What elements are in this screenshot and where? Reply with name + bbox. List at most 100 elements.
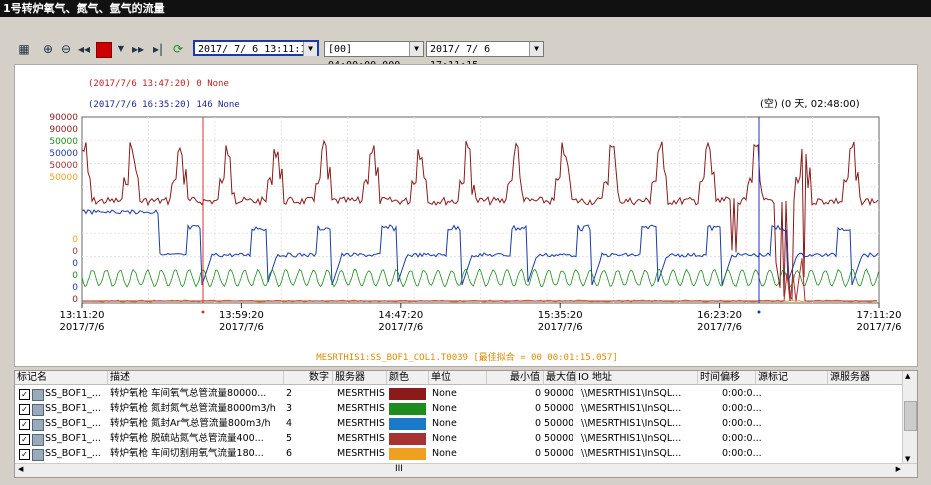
grid-header-cell[interactable]: 最大值 — [544, 371, 576, 385]
horizontal-scrollbar[interactable]: ◀ III ▶ — [15, 463, 917, 477]
grid-header-cell[interactable]: 服务器 — [333, 371, 387, 385]
scroll-thumb[interactable] — [904, 401, 917, 431]
y-axis-zero-label: 0 — [72, 259, 78, 269]
window-title: 1号转炉氧气、氮气、氩气的流量 — [0, 0, 931, 17]
tag-server: MESRTHIS1 — [337, 388, 385, 399]
trend-chart[interactable]: (2017/7/6 13:47:20) 0 None (2017/7/6 16:3… — [14, 64, 918, 367]
tag-number: 2 — [286, 388, 293, 399]
row-checkbox[interactable]: ✓ — [19, 389, 30, 400]
chevron-down-icon[interactable]: ▼ — [409, 42, 423, 56]
tag-icon — [32, 449, 44, 461]
tag-color-swatch[interactable] — [389, 448, 426, 460]
x-tick-date: 2017/7/6 — [378, 322, 423, 333]
tag-number: 4 — [286, 418, 293, 429]
start-time-select[interactable]: 2017/ 7/ 6 13:11:15 ▼ — [193, 40, 319, 56]
tag-io-address: \\MESRTHIS1\InSQL... — [581, 433, 682, 444]
tag-color-swatch[interactable] — [389, 403, 426, 415]
x-tick-date: 2017/7/6 — [857, 322, 902, 333]
grid-header-cell[interactable]: 数字 — [284, 371, 333, 385]
y-axis-zero-label: 0 — [72, 283, 78, 293]
tag-time-offset: 0:00:0... — [722, 448, 762, 459]
tag-name: SS_BOF1_... — [45, 388, 101, 399]
y-axis-label: 90000 — [49, 125, 78, 135]
zoom-in-icon[interactable]: ⊕ — [40, 41, 56, 57]
tag-io-address: \\MESRTHIS1\InSQL... — [581, 418, 682, 429]
tag-server: MESRTHIS1 — [337, 403, 385, 414]
row-checkbox[interactable]: ✓ — [19, 434, 30, 445]
end-time-select[interactable]: 2017/ 7/ 6 17:11:15 ▼ — [426, 41, 544, 71]
chevron-down-icon[interactable]: ▼ — [529, 42, 543, 56]
red-cursor-marker — [201, 310, 205, 314]
y-axis-label: 50000 — [49, 137, 78, 147]
tag-color-swatch[interactable] — [389, 433, 426, 445]
tag-color-swatch[interactable] — [389, 418, 426, 430]
tag-server: MESRTHIS1 — [337, 448, 385, 459]
table-row[interactable]: ✓ SS_BOF1_... 转炉氧枪 车间氧气总管流量80000... 2 MESRTH… — [15, 387, 905, 401]
scroll-grip[interactable]: III — [395, 464, 403, 474]
table-row[interactable]: ✓ SS_BOF1_... 转炉氧枪 车间切割用氧气流量180... 6 MESRTHI… — [15, 447, 905, 461]
row-checkbox[interactable]: ✓ — [19, 419, 30, 430]
grid-header-cell[interactable]: 描述 — [108, 371, 284, 385]
chart-footer-label: MESRTHIS1:SS_BOF1_COL1.T0039 [最佳拟合 = 00 … — [316, 351, 618, 363]
fast-forward-icon[interactable]: ▸▸ — [130, 41, 146, 57]
table-row[interactable]: ✓ SS_BOF1_... 转炉氧枪 氮封Ar气总管流量800m3/h 4 MESRTH… — [15, 417, 905, 431]
tag-unit: None — [432, 448, 457, 459]
tag-max: 50000 — [544, 448, 573, 459]
tag-server: MESRTHIS1 — [337, 433, 385, 444]
chevron-right-icon[interactable]: ▶ — [896, 465, 901, 473]
tag-color-swatch[interactable] — [389, 388, 426, 400]
stop-icon[interactable] — [96, 42, 112, 58]
x-tick-time: 13:59:20 — [219, 310, 264, 321]
row-checkbox[interactable]: ✓ — [19, 449, 30, 460]
tag-server: MESRTHIS1 — [337, 418, 385, 429]
grid-header-cell[interactable]: 最小值 — [487, 371, 544, 385]
grid-header-cell[interactable]: 颜色 — [387, 371, 429, 385]
tag-time-offset: 0:00:0... — [722, 403, 762, 414]
tag-grid: 标记名 描述 数字 服务器 颜色 单位 最小值 最大值 IO 地址 时间偏移 源标记 源服务器 ✓ SS… — [14, 370, 918, 478]
refresh-icon[interactable]: ⟳ — [170, 41, 186, 57]
end-icon[interactable]: ▸| — [150, 41, 166, 57]
tag-icon — [32, 389, 44, 401]
chevron-left-icon[interactable]: ◀ — [18, 465, 23, 473]
duration-select[interactable]: [00] 04:00:00.000 ▼ — [324, 41, 424, 71]
y-axis-label: 50000 — [49, 149, 78, 159]
row-checkbox[interactable]: ✓ — [19, 404, 30, 415]
tag-name: SS_BOF1_... — [45, 448, 101, 459]
x-tick-time: 13:11:20 — [60, 310, 105, 321]
tag-max: 50000 — [544, 418, 573, 429]
span-label: (空) (0 天, 02:48:00) — [760, 97, 860, 110]
chevron-down-icon[interactable]: ▼ — [113, 41, 129, 57]
export-icon[interactable]: ▦ — [16, 41, 32, 57]
toolbar: ▦ ⊕ ⊖ ◂◂ ▼ ▸▸ ▸| ⟳ 2017/ 7/ 6 13:11:15 ▼… — [14, 38, 920, 71]
tag-max: 90000 — [544, 388, 573, 399]
grid-header-cell[interactable]: 标记名 — [15, 371, 108, 385]
table-row[interactable]: ✓ SS_BOF1_... 转炉氧枪 氮封氮气总管流量8000m3/h 3 MESRTH… — [15, 402, 905, 416]
zoom-out-icon[interactable]: ⊖ — [58, 41, 74, 57]
x-tick-time: 15:35:20 — [538, 310, 583, 321]
x-tick-date: 2017/7/6 — [60, 322, 105, 333]
table-row[interactable]: ✓ SS_BOF1_... 转炉氧枪 脱硫站氮气总管流量400... 5 MESRTHI… — [15, 432, 905, 446]
x-tick-date: 2017/7/6 — [697, 322, 742, 333]
tag-unit: None — [432, 388, 457, 399]
tag-description: 转炉氧枪 氮封氮气总管流量8000m3/h — [110, 403, 276, 414]
chevron-up-icon[interactable]: ▲ — [905, 372, 910, 380]
chevron-down-icon[interactable]: ▼ — [905, 455, 910, 463]
vertical-scrollbar[interactable]: ▲ ▼ — [902, 371, 917, 464]
tag-name: SS_BOF1_... — [45, 403, 101, 414]
grid-header-cell[interactable]: 单位 — [429, 371, 487, 385]
tag-min: 0 — [534, 433, 541, 444]
y-axis-label: 50000 — [49, 161, 78, 171]
y-axis-label: 90000 — [49, 113, 78, 123]
grid-header-cell[interactable]: 时间偏移 — [698, 371, 756, 385]
tag-time-offset: 0:00:0... — [722, 433, 762, 444]
grid-header-cell[interactable]: 源服务器 — [828, 371, 905, 385]
tag-description: 转炉氧枪 车间切割用氧气流量180... — [110, 448, 264, 459]
y-axis-zero-label: 0 — [72, 235, 78, 245]
grid-header-cell[interactable]: 源标记 — [756, 371, 828, 385]
grid-header-cell[interactable]: IO 地址 — [576, 371, 698, 385]
rewind-icon[interactable]: ◂◂ — [76, 41, 92, 57]
tag-time-offset: 0:00:0... — [722, 388, 762, 399]
y-axis-zero-label: 0 — [72, 295, 78, 305]
chevron-down-icon[interactable]: ▼ — [303, 42, 317, 56]
tag-number: 5 — [286, 433, 293, 444]
